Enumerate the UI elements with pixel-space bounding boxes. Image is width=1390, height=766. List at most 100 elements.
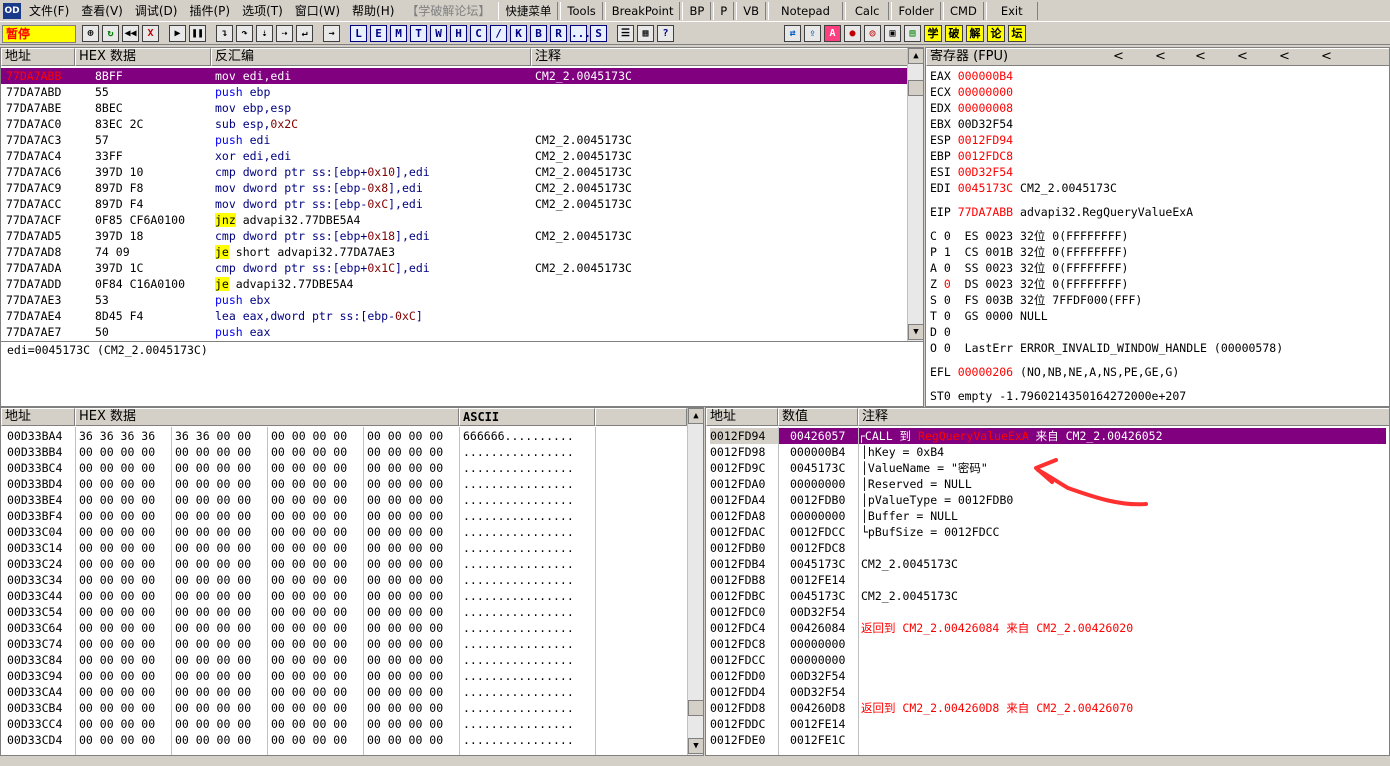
stack-row[interactable]: 0012FDC0 00D32F54 [706,604,1389,620]
cmd-button[interactable]: CMD [943,1,984,20]
toolbar-s-button[interactable]: S [590,25,607,42]
calc-button[interactable]: Calc [844,1,890,20]
dump-row[interactable]: 00D33C44 00 00 00 00 00 00 00 00 00 00 00 0… [1,588,687,604]
record-icon[interactable]: ● [844,25,861,42]
menu-plugins[interactable]: 插件(P) [183,1,236,21]
toolbar-t-button[interactable]: T [410,25,427,42]
register-line[interactable]: ESI 00D32F54 [930,164,1013,180]
scroll-down-icon[interactable]: ▼ [688,738,703,754]
window-icon[interactable]: ▤ [904,25,921,42]
toolbar-l-button[interactable]: L [350,25,367,42]
breakpoint-button[interactable]: BreakPoint [604,1,681,20]
toolbar-e-button[interactable]: E [370,25,387,42]
reg-nav-icon[interactable]: < [1279,49,1290,65]
scroll-up-icon[interactable]: ▲ [908,48,923,64]
register-line[interactable]: ESP 0012FD94 [930,132,1013,148]
dump-row[interactable]: 00D33BD4 00 00 00 00 00 00 00 00 00 00 00 0… [1,476,687,492]
disasm-row[interactable]: 77DA7AC6 397D 10 cmp dword ptr ss:[ebp+0x1… [1,164,907,180]
flag-line[interactable]: A 0 SS 0023 32位 0(FFFFFFFF) [930,260,1128,276]
step-over-icon[interactable]: ↷ [236,25,253,42]
toolbar-m-button[interactable]: M [390,25,407,42]
cpu-scrollbar[interactable]: ▲ ▼ [907,48,923,341]
menu-debug[interactable]: 调试(D) [129,1,184,21]
register-line[interactable]: EBX 00D32F54 [930,116,1013,132]
register-line[interactable]: EDX 00000008 [930,100,1013,116]
stack-row[interactable]: 0012FDD8 004260D8 返回到 CM2_2.004260D8 来自 CM… [706,700,1389,716]
flag-line[interactable]: D 0 [930,324,965,340]
scroll-thumb[interactable] [688,700,703,716]
quick-menu-button[interactable]: 快捷菜单 [498,1,559,20]
toolbar-r-button[interactable]: R [550,25,567,42]
stack-row[interactable]: 0012FD94 00426057 ┌CALL 到 RegQueryValueExA… [706,428,1389,444]
grid-icon[interactable]: ▦ [637,25,654,42]
rewind-icon[interactable]: ◀◀ [122,25,139,42]
stack-header-comment[interactable]: 注释 [858,408,1389,426]
toolbar-po-button[interactable]: 破 [945,25,963,42]
toolbar-jie-button[interactable]: 解 [966,25,984,42]
toolbar-c-button[interactable]: C [470,25,487,42]
cpu-header-address[interactable]: 地址 [1,48,75,66]
menu-forum[interactable]: 【学破解论坛】 [400,1,496,21]
stack-pane[interactable]: 地址 数值 注释 0012FD94 00426057 ┌CALL 到 RegQuer… [705,407,1390,756]
a-icon[interactable]: A [824,25,841,42]
scroll-down-icon[interactable]: ▼ [908,324,923,340]
dump-row[interactable]: 00D33C14 00 00 00 00 00 00 00 00 00 00 00 0… [1,540,687,556]
register-line[interactable]: EDI 0045173C CM2_2.0045173C [930,180,1117,196]
stack-row[interactable]: 0012FDB8 0012FE14 [706,572,1389,588]
flag-line[interactable]: P 1 CS 001B 32位 0(FFFFFFFF) [930,244,1128,260]
cpu-disassembly-pane[interactable]: 地址 HEX 数据 反汇编 注释 77DA7ABB 8BFF mov edi,edi… [0,47,924,342]
scroll-thumb[interactable] [908,80,923,96]
disasm-row[interactable]: 77DA7AC9 897D F8 mov dword ptr ss:[ebp-0x8… [1,180,907,196]
toolbar-w-button[interactable]: W [430,25,447,42]
dump-row[interactable]: 00D33C24 00 00 00 00 00 00 00 00 00 00 00 0… [1,556,687,572]
dump-header-hex[interactable]: HEX 数据 [75,408,459,426]
dump-row[interactable]: 00D33C04 00 00 00 00 00 00 00 00 00 00 00 0… [1,524,687,540]
notepad-button[interactable]: Notepad [768,1,843,20]
disasm-row[interactable]: 77DA7ACC 897D F4 mov dword ptr ss:[ebp-0xC… [1,196,907,212]
dump-row[interactable]: 00D33C74 00 00 00 00 00 00 00 00 00 00 00 0… [1,636,687,652]
close-icon[interactable]: X [142,25,159,42]
flag-line[interactable]: T 0 GS 0000 NULL [930,308,1048,324]
disasm-row[interactable]: 77DA7AE3 53 push ebx [1,292,907,308]
refresh-icon[interactable]: ⇄ [784,25,801,42]
toolbar-lun-button[interactable]: 论 [987,25,1005,42]
help-icon[interactable]: ? [657,25,674,42]
disasm-row[interactable]: 77DA7ADA 397D 1C cmp dword ptr ss:[ebp+0x1… [1,260,907,276]
toolbar-xue-button[interactable]: 学 [924,25,942,42]
menu-options[interactable]: 选项(T) [236,1,289,21]
toolbar-h-button[interactable]: H [450,25,467,42]
register-line[interactable]: EAX 000000B4 [930,68,1013,84]
disasm-row[interactable]: 77DA7ABE 8BEC mov ebp,esp [1,100,907,116]
bp-button[interactable]: BP [682,1,712,20]
cpu-header-hex[interactable]: HEX 数据 [75,48,211,66]
target-icon[interactable]: ◎ [864,25,881,42]
restart-icon[interactable]: ↻ [102,25,119,42]
toolbar-slash-button[interactable]: / [490,25,507,42]
dump-row[interactable]: 00D33BE4 00 00 00 00 00 00 00 00 00 00 00 0… [1,492,687,508]
dump-header-ascii[interactable]: ASCII [459,408,595,426]
exit-button[interactable]: Exit [985,1,1038,20]
pause-icon[interactable]: ❚❚ [189,25,206,42]
register-line[interactable]: ECX 00000000 [930,84,1013,100]
dump-row[interactable]: 00D33BC4 00 00 00 00 00 00 00 00 00 00 00 0… [1,460,687,476]
menu-view[interactable]: 查看(V) [75,1,129,21]
disasm-row[interactable]: 77DA7AC4 33FF xor edi,edi CM2_2.0045173C [1,148,907,164]
stack-header-value[interactable]: 数值 [778,408,858,426]
dump-row[interactable]: 00D33C94 00 00 00 00 00 00 00 00 00 00 00 0… [1,668,687,684]
disasm-row[interactable]: 77DA7AE4 8D45 F4 lea eax,dword ptr ss:[ebp… [1,308,907,324]
cpu-header-comment[interactable]: 注释 [531,48,909,66]
register-efl[interactable]: EFL 00000206 (NO,NB,NE,A,NS,PE,GE,G) [930,364,1179,380]
toolbar-b-button[interactable]: B [530,25,547,42]
tools-button[interactable]: Tools [560,1,603,20]
stack-row[interactable]: 0012FDD0 00D32F54 [706,668,1389,684]
disasm-row[interactable]: 77DA7AD5 397D 18 cmp dword ptr ss:[ebp+0x1… [1,228,907,244]
registers-header[interactable]: 寄存器 (FPU) < < < < < < [926,48,1389,66]
open-icon[interactable]: ⊕ [82,25,99,42]
dump-row[interactable]: 00D33C64 00 00 00 00 00 00 00 00 00 00 00 0… [1,620,687,636]
stack-row[interactable]: 0012FDB4 0045173C CM2_2.0045173C [706,556,1389,572]
execute-till-return-icon[interactable]: ↵ [296,25,313,42]
cpu-header-disasm[interactable]: 反汇编 [211,48,531,66]
dump-row[interactable]: 00D33BA4 36 36 36 36 36 36 00 00 00 00 00 0… [1,428,687,444]
disasm-row[interactable]: 77DA7ABD 55 push ebp [1,84,907,100]
disasm-row[interactable]: 77DA7AC0 83EC 2C sub esp,0x2C [1,116,907,132]
